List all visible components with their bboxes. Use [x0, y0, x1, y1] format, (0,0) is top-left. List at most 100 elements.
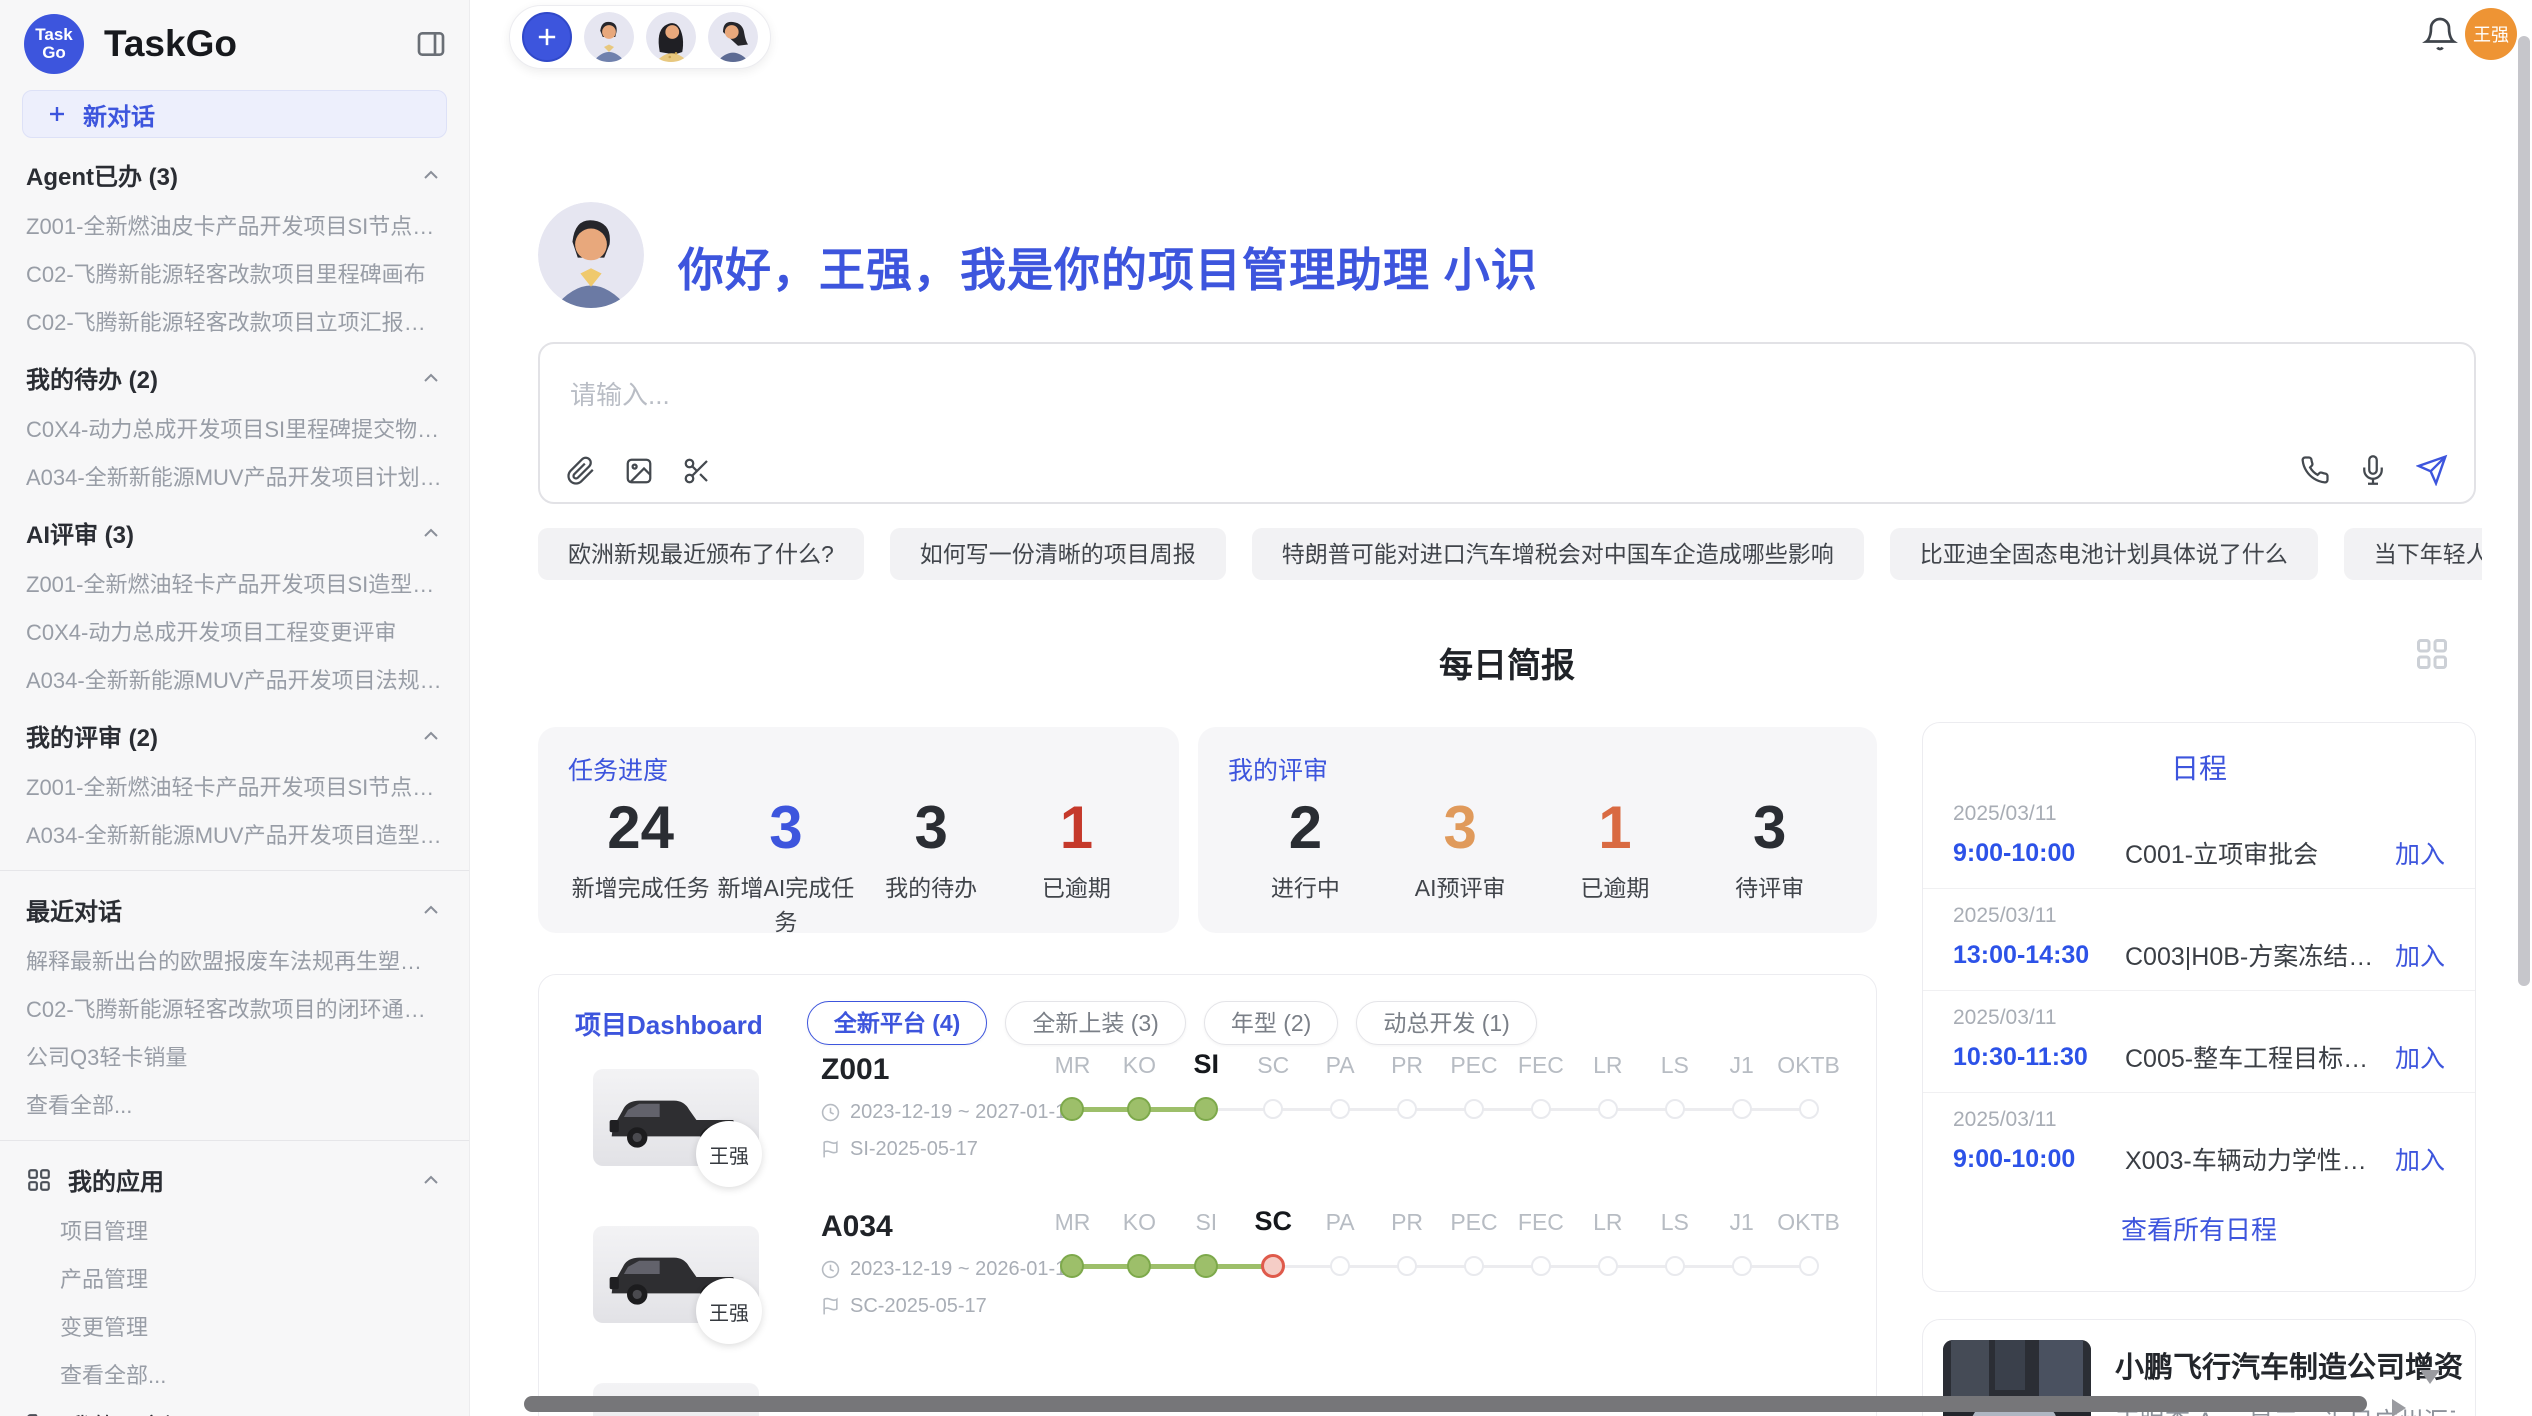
- scroll-right-arrow-icon[interactable]: [2392, 1399, 2406, 1416]
- join-link[interactable]: 加入: [2395, 1039, 2445, 1075]
- section-header-my-todo[interactable]: 我的待办 (2): [0, 351, 469, 404]
- milestone-node: [1531, 1099, 1551, 1119]
- section-header-recent-chats[interactable]: 最近对话: [0, 883, 469, 936]
- join-link[interactable]: 加入: [2395, 937, 2445, 973]
- agent-avatar-3[interactable]: [708, 12, 758, 62]
- notification-bell-icon[interactable]: [2422, 16, 2458, 52]
- sidebar-header: Task Go TaskGo: [0, 0, 469, 82]
- chevron-up-icon: [419, 1168, 443, 1192]
- milestone-node: [1598, 1099, 1618, 1119]
- user-avatar[interactable]: 王强: [2465, 8, 2517, 60]
- milestone-node: [1397, 1099, 1417, 1119]
- agent-avatar-2[interactable]: [646, 12, 696, 62]
- composer-input[interactable]: [540, 344, 2474, 420]
- news-title: 小鹏飞行汽车制造公司增资: [2115, 1344, 2455, 1386]
- tab-new-platform[interactable]: 全新平台 (4): [807, 1001, 988, 1045]
- section-header-agent-done[interactable]: Agent已办 (3): [0, 148, 469, 201]
- project-dashboard-card: 项目Dashboard 全新平台 (4) 全新上装 (3) 年型 (2) 动总开…: [538, 974, 1877, 1416]
- sidebar-item[interactable]: A034-全新新能源MUV产品开发项目法规符合性评审: [0, 655, 469, 703]
- sidebar-item[interactable]: 公司Q3轻卡销量: [0, 1032, 469, 1080]
- sidebar-item[interactable]: Z001-全新燃油轻卡产品开发项目SI节点属性5D文件评审: [0, 762, 469, 810]
- suggestion-chip[interactable]: 如何写一份清晰的项目周报: [890, 528, 1226, 580]
- image-icon[interactable]: [624, 456, 654, 486]
- project-flag: SC-2025-05-17: [821, 1295, 1047, 1318]
- section-header-my-review[interactable]: 我的评审 (2): [0, 709, 469, 762]
- sidebar-item-view-all[interactable]: 查看全部...: [0, 1350, 469, 1398]
- milestone-node: [1799, 1099, 1819, 1119]
- horizontal-scrollbar-thumb[interactable]: [524, 1396, 2367, 1412]
- clock-icon: [821, 1260, 840, 1279]
- plus-icon: [45, 102, 69, 126]
- sidebar-item[interactable]: C02-飞腾新能源轻客改款项目的闭环通告反馈情况: [0, 984, 469, 1032]
- milestone-node: [1799, 1256, 1819, 1276]
- attachment-icon[interactable]: [566, 456, 596, 486]
- milestone-label: PA: [1307, 1209, 1374, 1236]
- milestone-label-current: SI: [1173, 1049, 1240, 1080]
- sidebar-item-cloud-space[interactable]: 我的云空间: [0, 1398, 469, 1416]
- collapse-sidebar-icon[interactable]: [415, 28, 447, 60]
- milestone-label: LR: [1574, 1209, 1641, 1236]
- sidebar-item-app[interactable]: 产品管理: [0, 1254, 469, 1302]
- project-row[interactable]: 王强 Z001 2023-12-19 ~ 2027-01-19 SI-2025-…: [539, 1045, 1876, 1200]
- send-icon[interactable]: [2416, 454, 2448, 486]
- card-title: 我的评审: [1228, 751, 1847, 787]
- app-screen: Task Go TaskGo 新对话 Agent已办 (3) Z001-全新燃油…: [0, 0, 2532, 1416]
- milestone-node: [1464, 1099, 1484, 1119]
- sidebar-item[interactable]: C0X4-动力总成开发项目工程变更评审: [0, 607, 469, 655]
- add-agent-button[interactable]: [522, 12, 572, 62]
- flag-icon: [821, 1297, 840, 1316]
- layout-grid-icon[interactable]: [2414, 636, 2450, 672]
- tab-powertrain[interactable]: 动总开发 (1): [1356, 1001, 1537, 1045]
- phone-icon[interactable]: [2300, 455, 2330, 485]
- sidebar-item[interactable]: A034-全新新能源MUV产品开发项目造型可行性评审: [0, 810, 469, 858]
- apps-grid-icon: [26, 1167, 52, 1193]
- project-code: A034: [821, 1210, 1047, 1244]
- milestone-node: [1732, 1256, 1752, 1276]
- schedule-item: 2025/03/11 13:00-14:30 C003|H0B-方案冻结评审 加…: [1923, 889, 2475, 991]
- suggestion-chip[interactable]: 比亚迪全固态电池计划具体说了什么: [1890, 528, 2318, 580]
- sidebar-item[interactable]: C02-飞腾新能源轻客改款项目立项汇报方案: [0, 297, 469, 345]
- sidebar-item-app[interactable]: 变更管理: [0, 1302, 469, 1350]
- sidebar-item-app[interactable]: 项目管理: [0, 1206, 469, 1254]
- vertical-scrollbar-thumb[interactable]: [2518, 36, 2530, 986]
- milestone-node: [1665, 1256, 1685, 1276]
- scroll-down-arrow-icon[interactable]: [2420, 1370, 2440, 1384]
- dashboard-tabs: 全新平台 (4) 全新上装 (3) 年型 (2) 动总开发 (1): [807, 1001, 1537, 1045]
- join-link[interactable]: 加入: [2395, 835, 2445, 871]
- suggestion-chip[interactable]: 特朗普可能对进口汽车增税会对中国车企造成哪些影响: [1252, 528, 1864, 580]
- section-header-ai-review[interactable]: AI评审 (3): [0, 506, 469, 559]
- project-row[interactable]: 王强 A034 2023-12-19 ~ 2026-01-19 SC-2025-…: [539, 1202, 1876, 1357]
- milestone-node-overdue: [1261, 1254, 1285, 1278]
- sidebar-item[interactable]: A034-全新新能源MUV产品开发项目计划变更表编写: [0, 452, 469, 500]
- section-title: 我的待办 (2): [26, 360, 158, 395]
- view-all-schedule-link[interactable]: 查看所有日程: [1923, 1194, 2475, 1263]
- sidebar-item[interactable]: C02-飞腾新能源轻客改款项目里程碑画布: [0, 249, 469, 297]
- agent-avatar-1[interactable]: [584, 12, 634, 62]
- sidebar-item[interactable]: Z001-全新燃油轻卡产品开发项目SI造型提交物评审: [0, 559, 469, 607]
- schedule-event-title: C001-立项审批会: [2125, 835, 2383, 871]
- suggestion-chip[interactable]: 当下年轻人对汽车外观有怎样的喜好趋势: [2344, 528, 2482, 580]
- sidebar-item[interactable]: 解释最新出台的欧盟报废车法规再生塑料比例被调至15%...: [0, 936, 469, 984]
- section-title: 我的评审 (2): [26, 718, 158, 753]
- stat-pending-review: 3 待评审: [1692, 791, 1847, 903]
- new-chat-button[interactable]: 新对话: [22, 90, 447, 138]
- tab-new-body[interactable]: 全新上装 (3): [1005, 1001, 1186, 1045]
- milestone-label: PA: [1307, 1052, 1374, 1079]
- tab-model-year[interactable]: 年型 (2): [1204, 1001, 1339, 1045]
- scissors-icon[interactable]: [682, 456, 712, 486]
- section-title: 最近对话: [26, 892, 122, 927]
- join-link[interactable]: 加入: [2395, 1141, 2445, 1177]
- milestone-timeline: MR KO SI SC PA PR PEC FEC LR LS J1 OKTB: [1039, 1049, 1842, 1132]
- milestone-label: OKTB: [1775, 1209, 1842, 1236]
- sidebar-item[interactable]: Z001-全新燃油皮卡产品开发项目SI节点Lesson Learn报告: [0, 201, 469, 249]
- suggestion-chip[interactable]: 欧洲新规最近颁布了什么?: [538, 528, 864, 580]
- milestone-label: SI: [1173, 1209, 1240, 1236]
- milestone-node: [1397, 1256, 1417, 1276]
- section-header-my-apps[interactable]: 我的应用: [0, 1153, 469, 1206]
- schedule-date: 2025/03/11: [1953, 1006, 2445, 1030]
- schedule-item: 2025/03/11 10:30-11:30 C005-整车工程目标评审 加入: [1923, 991, 2475, 1093]
- sidebar-item[interactable]: C0X4-动力总成开发项目SI里程碑提交物检查: [0, 404, 469, 452]
- mic-icon[interactable]: [2358, 455, 2388, 485]
- milestone-node: [1598, 1256, 1618, 1276]
- sidebar-item-view-all[interactable]: 查看全部...: [0, 1080, 469, 1128]
